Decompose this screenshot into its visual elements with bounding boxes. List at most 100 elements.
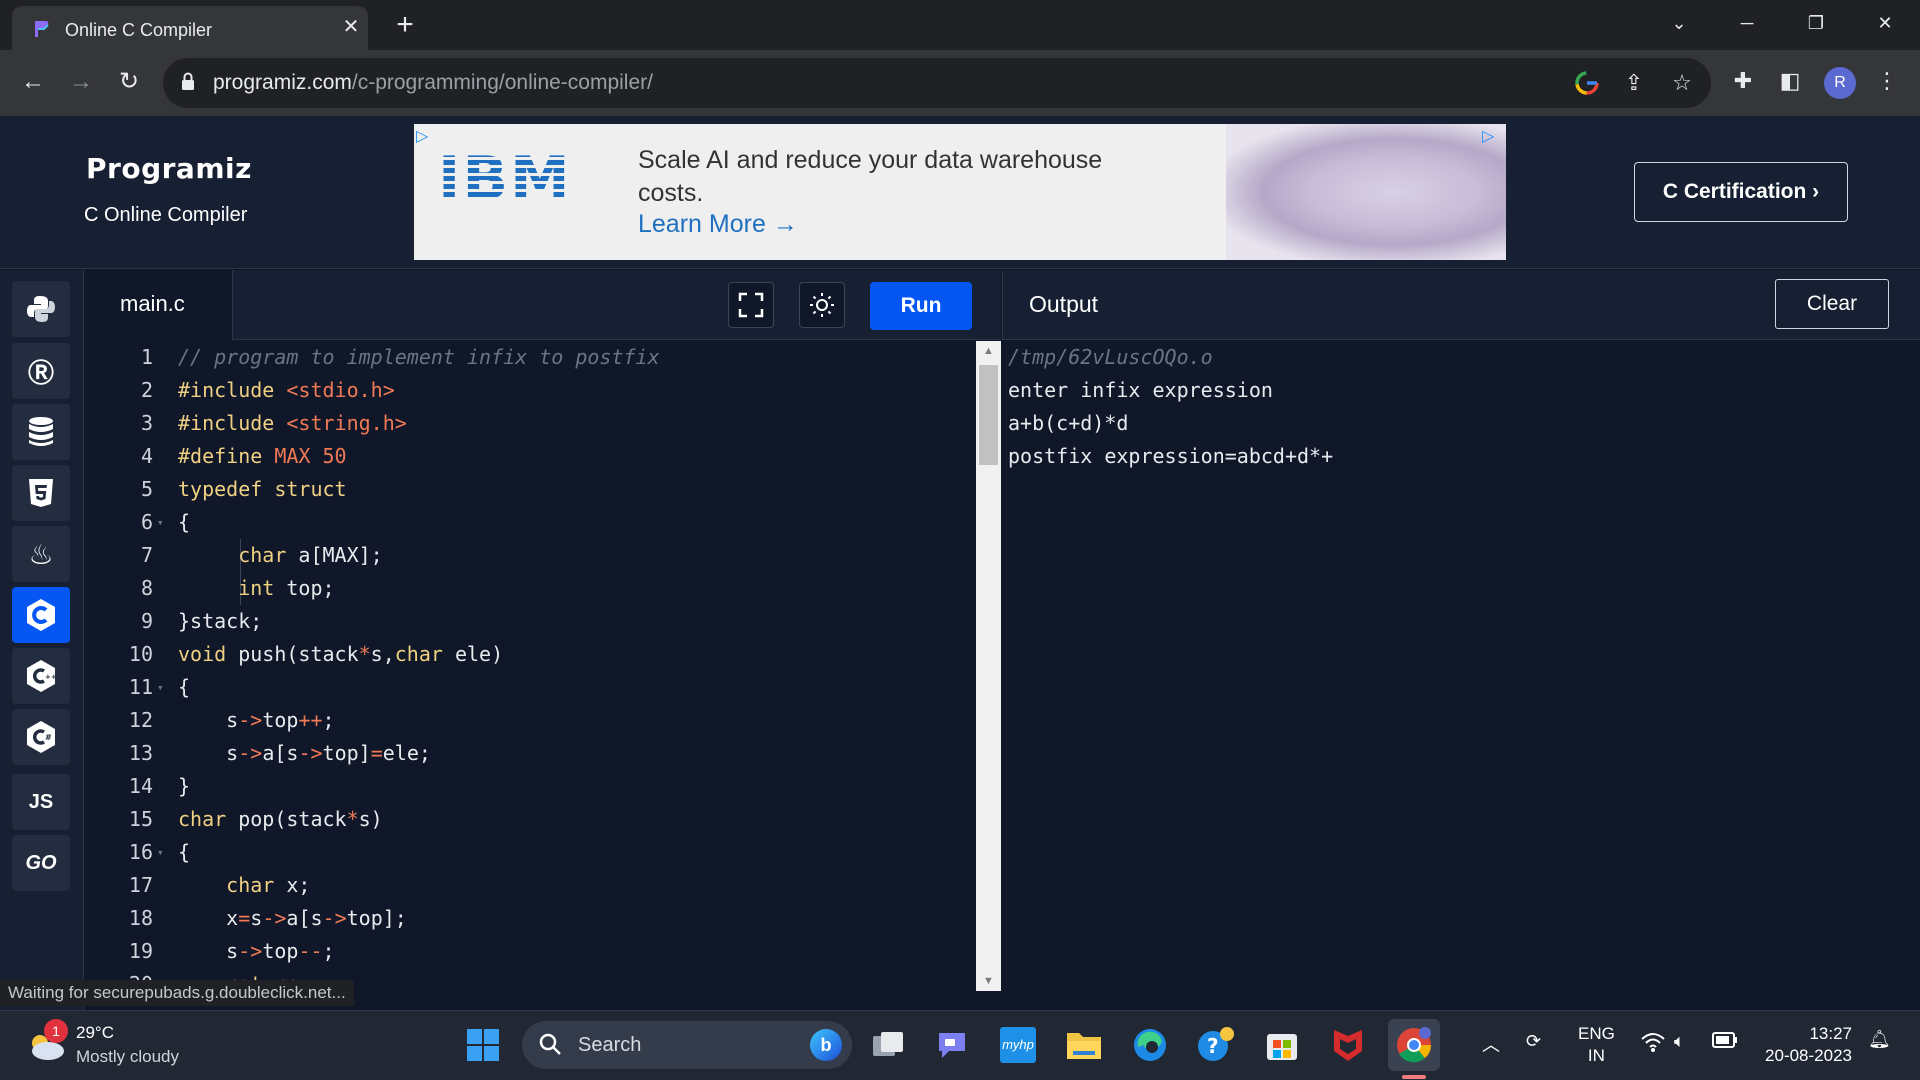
line-number: 7 (140, 543, 153, 567)
reload-icon[interactable]: ↻ (112, 65, 146, 99)
task-view-icon[interactable] (868, 1025, 908, 1065)
code-line: 17 char x; (85, 869, 976, 902)
programiz-logo[interactable]: Programiz (86, 152, 252, 185)
c-language-icon[interactable] (12, 587, 70, 643)
minimize-button[interactable]: ─ (1725, 8, 1769, 38)
share-icon[interactable]: ⇪ (1621, 70, 1647, 96)
extensions-puzzle-icon[interactable]: ✚ (1728, 66, 1758, 96)
page-subtitle: C Online Compiler (84, 204, 248, 226)
temperature-label[interactable]: 29°C (76, 1023, 114, 1043)
adchoices-right-icon[interactable]: ▷ (1482, 126, 1504, 148)
line-number: 6 (140, 510, 153, 534)
site-header: Programiz C Online Compiler ▷ ▷ IBM Scal… (0, 116, 1920, 269)
browser-tab[interactable]: Online C Compiler ✕ (12, 6, 368, 50)
advertisement-banner[interactable]: ▷ ▷ IBM Scale AI and reduce your data wa… (414, 124, 1506, 260)
edge-logo-icon (1134, 1029, 1166, 1061)
new-tab-button[interactable]: + (390, 10, 420, 41)
browser-toolbar: ← → ↻ programiz.com/c-programming/online… (0, 50, 1920, 116)
system-clock[interactable]: 13:27 20-08-2023 (1760, 1023, 1852, 1067)
html5-shield-icon (29, 479, 53, 507)
taskbar-search-box[interactable]: Search b (522, 1021, 852, 1069)
code-line: 18 x=s->a[s->top]; (85, 902, 976, 935)
fold-chevron-icon[interactable]: ▾ (157, 506, 164, 539)
file-tab-main-c[interactable]: main.c (85, 270, 233, 340)
chrome-menu-icon[interactable]: ⋮ (1872, 66, 1902, 96)
edge-browser-icon[interactable] (1130, 1025, 1170, 1065)
chrome-taskbar-icon[interactable] (1388, 1019, 1440, 1071)
task-view-windows-icon (873, 1032, 903, 1056)
tab-search-chevron-icon[interactable]: ⌄ (1657, 8, 1701, 38)
tab-title: Online C Compiler (65, 20, 213, 40)
bookmark-star-icon[interactable]: ☆ (1669, 70, 1695, 96)
volume-icon[interactable]: 🔈︎ (1674, 1031, 1685, 1052)
csharp-language-icon[interactable]: # (12, 709, 70, 765)
myhp-icon[interactable]: myhp (998, 1025, 1038, 1065)
java-icon[interactable]: ♨ (12, 526, 70, 582)
output-line: /tmp/62vLuscOQo.o (1008, 345, 1213, 369)
cpp-language-icon[interactable]: ++ (12, 648, 70, 704)
get-help-icon[interactable]: ? (1196, 1025, 1236, 1065)
back-icon[interactable]: ← (16, 65, 50, 99)
close-window-button[interactable]: ✕ (1863, 8, 1907, 38)
html5-icon[interactable] (12, 465, 70, 521)
help-question-icon: ? (1198, 1027, 1234, 1061)
windows-start-icon[interactable] (463, 1025, 503, 1065)
file-explorer-icon[interactable] (1064, 1025, 1104, 1065)
mcafee-icon[interactable] (1328, 1025, 1368, 1065)
teams-chat-icon[interactable] (932, 1025, 972, 1065)
line-number: 17 (128, 873, 153, 897)
tab-close-icon[interactable]: ✕ (340, 16, 362, 38)
scrollbar-thumb[interactable] (979, 365, 998, 465)
code-editor[interactable]: 1 // program to implement infix to postfi… (85, 341, 976, 991)
scroll-down-arrow-icon[interactable]: ▼ (976, 971, 1001, 991)
adchoices-icon[interactable]: ▷ (416, 126, 438, 148)
input-language-indicator[interactable]: ENG IN (1578, 1023, 1615, 1067)
sql-database-icon[interactable] (12, 404, 70, 460)
python-icon[interactable] (12, 281, 70, 337)
weather-condition-label[interactable]: Mostly cloudy (76, 1047, 179, 1067)
forward-icon[interactable]: → (64, 65, 98, 99)
restore-button[interactable]: ❐ (1794, 8, 1838, 38)
google-lens-icon[interactable] (1574, 70, 1600, 96)
r-language-icon[interactable]: Ⓡ (12, 343, 70, 399)
svg-text:++: ++ (45, 673, 57, 681)
code-line: 4 #define MAX 50 (85, 440, 976, 473)
url-host: programiz.com (213, 71, 352, 94)
wifi-icon[interactable] (1640, 1031, 1666, 1058)
output-console[interactable]: /tmp/62vLuscOQo.o enter infix expression… (1002, 341, 1920, 1009)
code-text: x=s->a[s->top]; (178, 906, 407, 930)
fullscreen-button[interactable] (728, 282, 774, 328)
fold-chevron-icon[interactable]: ▾ (157, 671, 164, 704)
scroll-up-arrow-icon[interactable]: ▲ (976, 341, 1001, 361)
line-number: 8 (140, 576, 153, 600)
notification-bell-icon[interactable]: 🔔︎ (1868, 1029, 1891, 1050)
show-hidden-icons-chevron-icon[interactable]: ︿ (1482, 1031, 1500, 1057)
code-line: 6 ▾ { (85, 506, 976, 539)
editor-toolbar: main.c Run (85, 270, 1001, 340)
line-number: 9 (140, 609, 153, 633)
browser-tabstrip: Online C Compiler ✕ + ⌄ ─ ❐ ✕ (0, 0, 1920, 50)
go-label: GO (25, 851, 57, 874)
ad-learn-more-link[interactable]: Learn More → (638, 210, 798, 239)
clock-date: 20-08-2023 (1765, 1046, 1852, 1065)
sync-icon[interactable]: ⟳ (1526, 1031, 1541, 1052)
bing-icon[interactable]: b (810, 1029, 842, 1061)
address-bar[interactable]: programiz.com/c-programming/online-compi… (163, 58, 1711, 108)
clear-button[interactable]: Clear (1775, 279, 1889, 329)
go-language-icon[interactable]: GO (12, 835, 70, 891)
javascript-icon[interactable]: JS (12, 774, 70, 830)
battery-icon[interactable] (1712, 1031, 1738, 1054)
python-logo-icon (27, 296, 55, 322)
code-line: 3 #include <string.h> (85, 407, 976, 440)
microsoft-store-icon[interactable] (1262, 1025, 1302, 1065)
profile-avatar[interactable]: R (1824, 67, 1856, 99)
run-button[interactable]: Run (870, 282, 972, 330)
url-text[interactable]: programiz.com/c-programming/online-compi… (213, 71, 653, 95)
side-panel-icon[interactable]: ◧ (1775, 66, 1805, 96)
fold-chevron-icon[interactable]: ▾ (157, 836, 164, 869)
code-text: int top; (238, 576, 335, 600)
c-certification-button[interactable]: C Certification › (1634, 162, 1848, 222)
programiz-favicon-icon (35, 21, 49, 37)
theme-toggle-button[interactable] (799, 282, 845, 328)
editor-scrollbar[interactable]: ▲ ▼ (976, 341, 1001, 991)
